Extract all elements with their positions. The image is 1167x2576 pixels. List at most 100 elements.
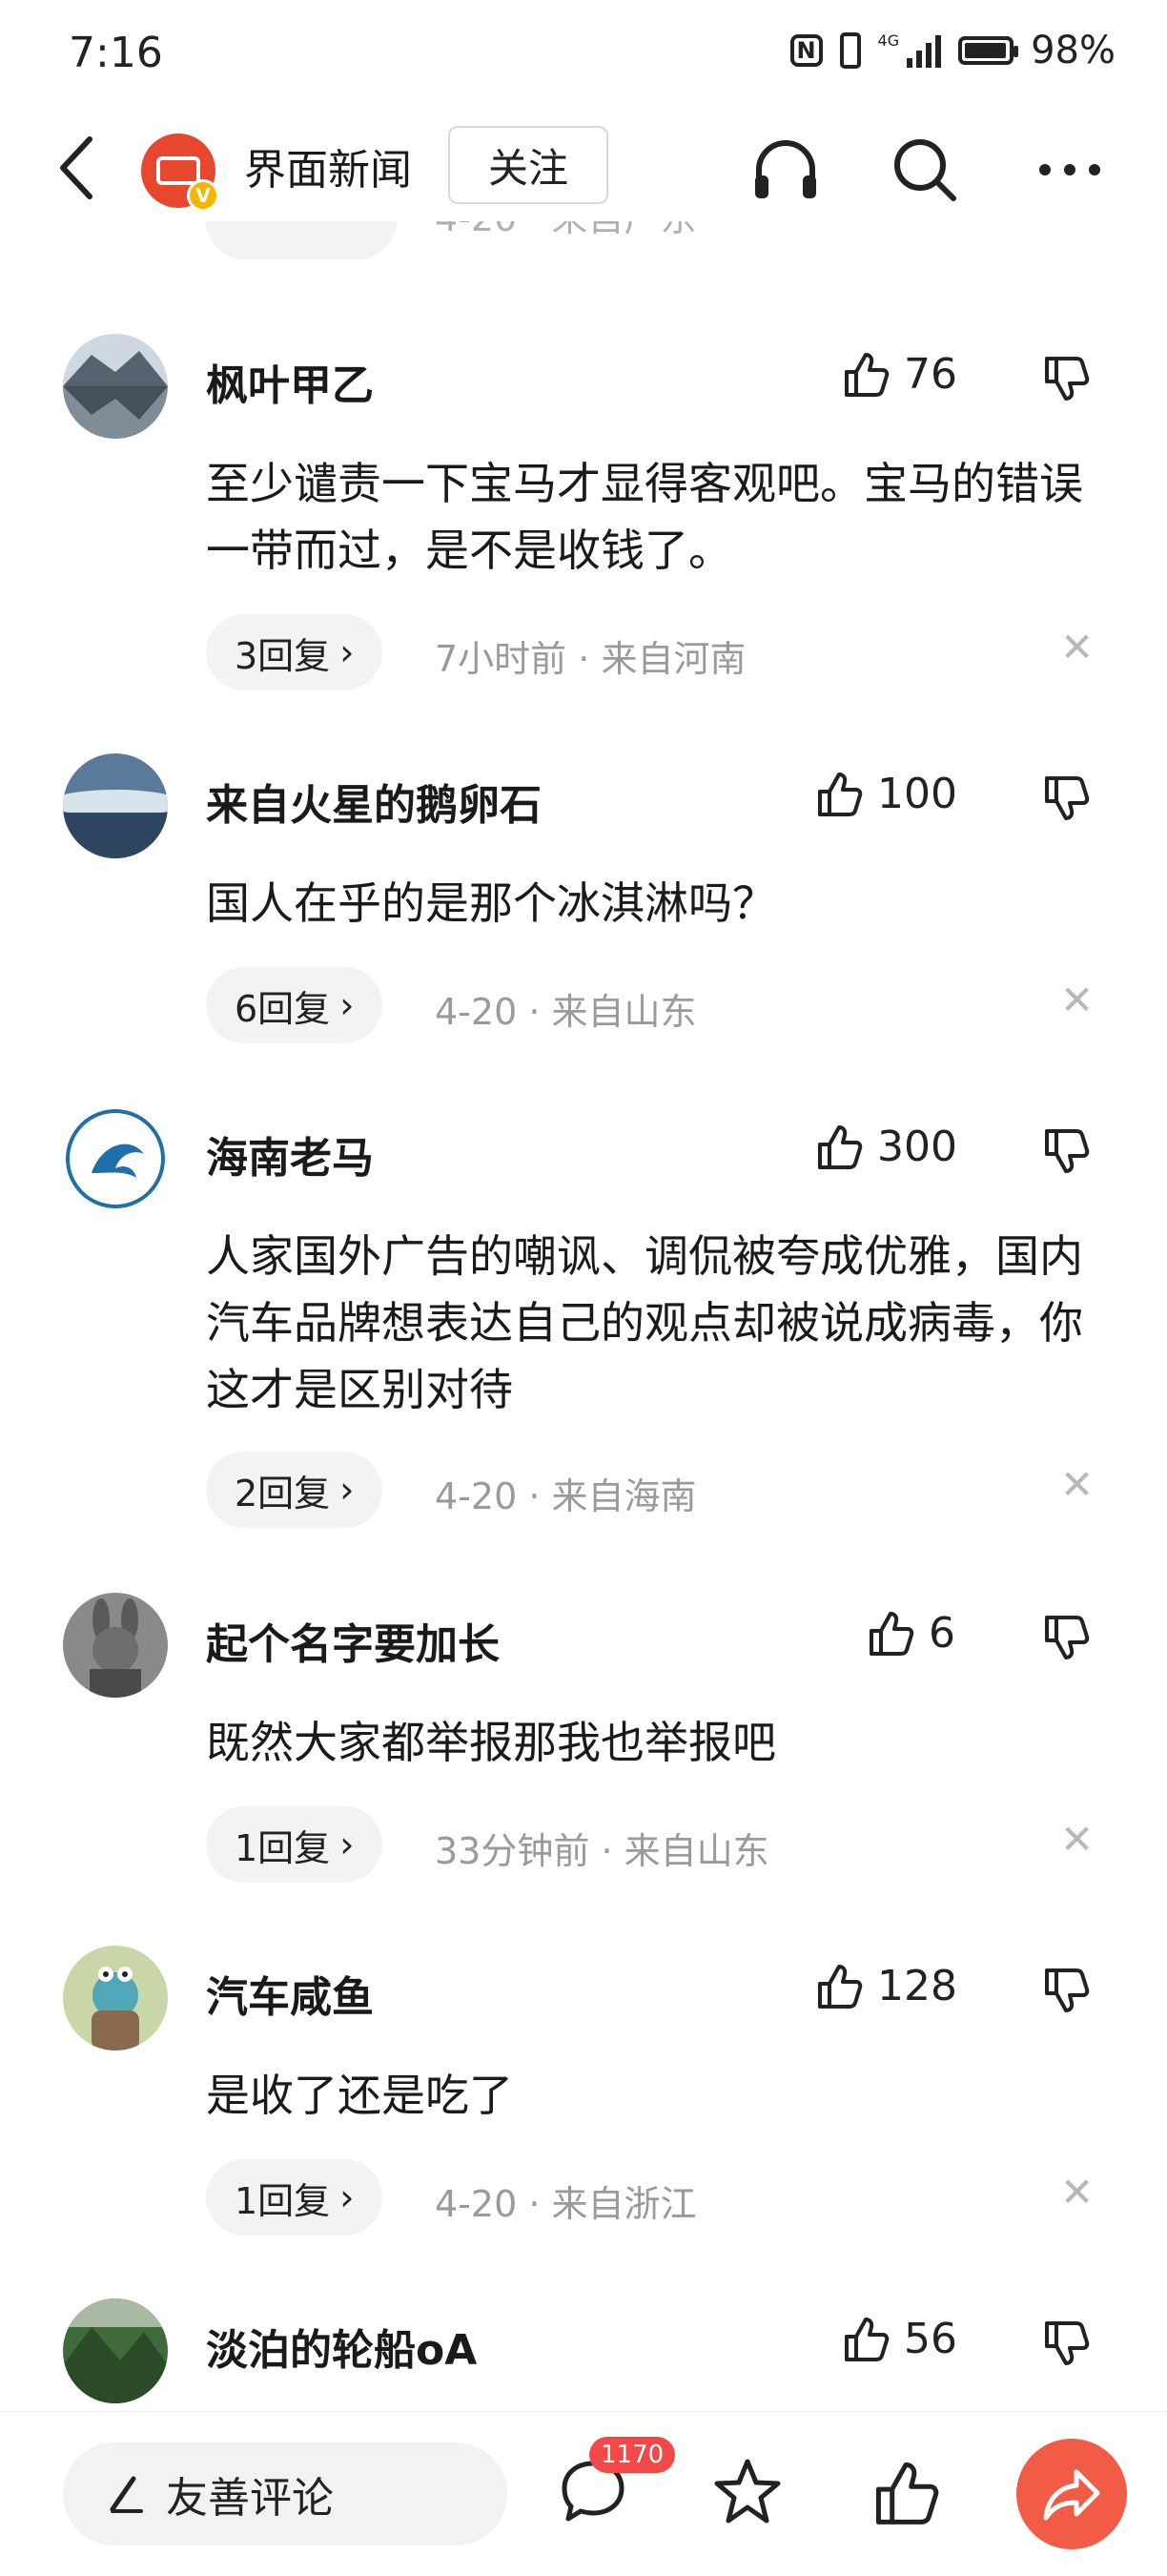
dislike-button[interactable]	[1039, 2318, 1093, 2371]
thumbs-up-icon	[818, 1125, 863, 1169]
thumbs-down-icon	[1045, 1616, 1090, 1659]
like-button[interactable]: 76	[839, 347, 957, 401]
back-arrow-icon	[60, 136, 92, 199]
chevron-right-icon: ›	[339, 631, 355, 673]
publisher-name[interactable]: 界面新闻	[244, 135, 412, 196]
comment-meta: 4-20 · 来自广东	[435, 221, 696, 241]
star-icon	[714, 2459, 781, 2524]
battery-icon	[958, 36, 1019, 65]
username[interactable]: 海南老马	[206, 1123, 374, 1185]
listen-button[interactable]	[747, 132, 824, 208]
nfc-icon: N	[789, 34, 823, 67]
thumbs-up-icon	[818, 773, 863, 816]
search-icon	[894, 139, 956, 201]
reply-pill[interactable]: 1回复 ›	[206, 1806, 383, 1883]
follow-button[interactable]: 关注	[448, 126, 608, 204]
reply-pill[interactable]: 3回复 ›	[206, 614, 383, 690]
search-button[interactable]	[887, 132, 963, 208]
thumbs-down-icon	[1045, 2321, 1090, 2365]
chevron-right-icon: ›	[339, 1469, 355, 1511]
sky-icon	[63, 753, 168, 858]
close-icon[interactable]: ✕	[1060, 1461, 1094, 1508]
like-button[interactable]: 6	[864, 1606, 955, 1659]
like-count: 300	[877, 1122, 957, 1171]
like-count: 6	[929, 1608, 955, 1658]
chevron-right-icon: ›	[339, 1824, 355, 1865]
avatar[interactable]	[63, 1593, 168, 1698]
comment-meta: 4-20 · 来自山东	[435, 991, 697, 1033]
comment-time: 4-20	[435, 1475, 518, 1517]
username[interactable]: 汽车咸鱼	[206, 1963, 374, 2024]
comment-meta: 33分钟前 · 来自山东	[435, 1830, 769, 1872]
like-count: 56	[904, 2314, 957, 2363]
like-button[interactable]: 100	[812, 767, 957, 820]
username[interactable]: 来自火星的鹅卵石	[206, 771, 542, 832]
reply-count: 2回复	[235, 1472, 331, 1515]
publisher-avatar[interactable]: V	[141, 134, 219, 212]
dislike-button[interactable]	[1039, 1965, 1093, 2018]
comment-text: 人家国外广告的嘲讽、调侃被夸成优雅，国内汽车品牌想表达自己的观点却被说成病毒，你…	[206, 1230, 1083, 1415]
more-button[interactable]	[1032, 132, 1108, 208]
thumbs-down-icon	[1045, 776, 1090, 820]
reply-count: 1回复	[235, 2179, 331, 2222]
thumbs-up-icon	[870, 1612, 914, 1656]
close-icon[interactable]: ✕	[1060, 1816, 1094, 1863]
thumbs-down-icon	[1045, 1129, 1090, 1173]
publisher-logo-icon	[156, 156, 200, 185]
bottom-action-bar: 友善评论 1170	[0, 2411, 1167, 2576]
username[interactable]: 枫叶甲乙	[206, 351, 374, 412]
vibrate-icon	[839, 32, 861, 69]
chevron-right-icon: ›	[339, 984, 355, 1026]
comment-time: 7小时前	[435, 638, 567, 680]
verified-badge-icon: V	[187, 179, 219, 212]
comment-time: 4-20	[435, 991, 518, 1033]
headphones-icon	[755, 140, 816, 198]
like-count: 128	[877, 1961, 957, 2010]
reply-pill[interactable]: 2回复 ›	[206, 1452, 383, 1528]
username[interactable]: 淡泊的轮船oA	[206, 2316, 477, 2377]
like-button[interactable]: 128	[812, 1959, 957, 2012]
comment-location: 来自河南	[601, 638, 747, 680]
thumbs-down-icon	[1045, 357, 1090, 401]
close-icon[interactable]: ✕	[1060, 2169, 1094, 2215]
cartoon-icon	[63, 1946, 168, 2050]
dislike-button[interactable]	[1039, 1612, 1093, 1665]
thumbs-up-icon	[818, 1965, 863, 2009]
like-article-button[interactable]	[868, 2454, 944, 2530]
signal-icon: 4G	[878, 33, 942, 68]
pen-icon	[110, 2476, 143, 2513]
avatar[interactable]	[63, 1946, 168, 2050]
favorite-button[interactable]	[709, 2454, 786, 2530]
like-count: 76	[904, 349, 957, 399]
battery-percent: 98%	[1031, 29, 1116, 72]
avatar[interactable]	[63, 334, 168, 439]
comment-input[interactable]: 友善评论	[63, 2442, 507, 2545]
comment-input-placeholder: 友善评论	[166, 2474, 334, 2523]
nav-bar: V 界面新闻 关注	[0, 114, 1167, 221]
close-icon[interactable]: ✕	[1060, 977, 1094, 1023]
dislike-button[interactable]	[1039, 773, 1093, 826]
status-icons: N 4G 98%	[789, 29, 1116, 72]
comment-meta: 4-20 · 来自海南	[435, 1475, 697, 1517]
like-button[interactable]: 56	[839, 2312, 957, 2365]
like-count: 100	[877, 769, 957, 818]
lake-icon	[63, 334, 168, 439]
avatar[interactable]	[63, 753, 168, 858]
share-button[interactable]	[1016, 2439, 1127, 2549]
comment-text: 既然大家都举报那我也举报吧	[206, 1717, 776, 1768]
back-button[interactable]	[50, 130, 107, 206]
like-button[interactable]: 300	[812, 1120, 957, 1173]
dislike-button[interactable]	[1039, 1125, 1093, 1179]
avatar[interactable]	[63, 1106, 168, 1211]
close-icon[interactable]: ✕	[1060, 624, 1094, 670]
reply-pill[interactable]	[206, 221, 397, 259]
comment-meta: 7小时前 · 来自河南	[435, 638, 747, 680]
username[interactable]: 起个名字要加长	[206, 1610, 500, 1671]
reply-pill[interactable]: 6回复 ›	[206, 967, 383, 1043]
comment-location: 来自海南	[551, 1475, 697, 1517]
forest-icon	[63, 2298, 168, 2403]
thumbs-up-icon	[875, 2462, 939, 2524]
avatar[interactable]	[63, 2298, 168, 2403]
reply-pill[interactable]: 1回复 ›	[206, 2159, 383, 2236]
dislike-button[interactable]	[1039, 353, 1093, 406]
